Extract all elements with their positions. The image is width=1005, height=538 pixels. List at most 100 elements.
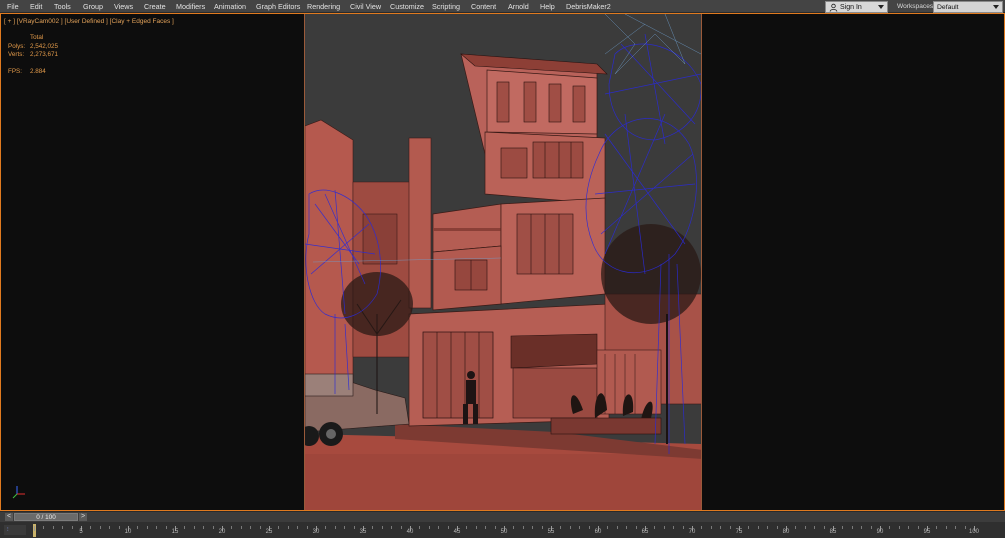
- timeline-tick: [767, 526, 769, 529]
- timeline-tick: [325, 526, 327, 529]
- timeline-tick: [588, 526, 590, 529]
- timeline-tick-label: 100: [968, 529, 980, 535]
- timeline-tick: [654, 526, 656, 529]
- track-bar-toggle-icon[interactable]: ⫶: [4, 525, 26, 535]
- timeline-tick: [964, 526, 966, 529]
- timeline-tick-label: 70: [688, 529, 696, 535]
- timeline-tick: [334, 526, 336, 529]
- timeline-tick: [52, 526, 54, 529]
- timeline-tick: [842, 526, 844, 529]
- menu-tools[interactable]: Tools: [54, 2, 71, 11]
- timeline-tick: [43, 526, 45, 529]
- timeline-tick: [870, 526, 872, 529]
- timeline-tick-label: 40: [406, 529, 414, 535]
- menu-edit[interactable]: Edit: [30, 2, 42, 11]
- menu-civil-view[interactable]: Civil View: [350, 2, 381, 11]
- timeline-tick-label: 5: [79, 529, 83, 535]
- timeline-tick: [720, 526, 722, 529]
- timeline-tick-label: 45: [453, 529, 461, 535]
- timeline-tick: [250, 526, 252, 529]
- timeline-tick-label: 55: [547, 529, 555, 535]
- timeline-tick: [494, 526, 496, 529]
- timeline-tick: [607, 526, 609, 529]
- menu-bar: File Edit Tools Group Views Create Modif…: [0, 0, 1005, 13]
- menu-animation[interactable]: Animation: [214, 2, 246, 11]
- workspace-value: Default: [937, 4, 959, 11]
- camera-viewport[interactable]: [ + ] [VRayCam002 ] [User Defined ] [Cla…: [0, 13, 1005, 511]
- menu-group[interactable]: Group: [83, 2, 103, 11]
- sign-in-label: Sign In: [840, 4, 862, 11]
- timeline-tick-label: 15: [171, 529, 179, 535]
- menu-debrismaker2[interactable]: DebrisMaker2: [566, 2, 611, 11]
- timeline-tick-label: 20: [218, 529, 226, 535]
- menu-rendering[interactable]: Rendering: [307, 2, 340, 11]
- sign-in-dropdown[interactable]: Sign In: [825, 1, 888, 13]
- verts-value: 2,273,671: [30, 51, 59, 59]
- timeline-tick: [306, 526, 308, 529]
- timeline-tick: [823, 526, 825, 529]
- menu-customize[interactable]: Customize: [390, 2, 424, 11]
- menu-help[interactable]: Help: [540, 2, 555, 11]
- menu-create[interactable]: Create: [144, 2, 166, 11]
- timeline-tick: [532, 526, 534, 529]
- workspaces-select[interactable]: Default: [933, 1, 1003, 13]
- timeline-tick: [908, 526, 910, 529]
- timeline-tick: [118, 526, 120, 529]
- timeline-tick: [748, 526, 750, 529]
- previous-frame-button[interactable]: <: [5, 513, 13, 521]
- timeline-tick: [757, 526, 759, 529]
- timeline-tick: [419, 526, 421, 529]
- menu-scripting[interactable]: Scripting: [432, 2, 460, 11]
- timeline-tick: [710, 526, 712, 529]
- timeline-tick: [579, 526, 581, 529]
- timeline-tick: [428, 526, 430, 529]
- timeline-tick: [485, 526, 487, 529]
- timeline-tick: [682, 526, 684, 529]
- timeline-tick-label: 95: [923, 529, 931, 535]
- timeline-tick: [447, 526, 449, 529]
- polys-value: 2,542,025: [30, 42, 59, 50]
- next-frame-button[interactable]: >: [79, 513, 87, 521]
- timeline-tick-label: 60: [594, 529, 602, 535]
- timeline-tick: [372, 526, 374, 529]
- timeline-tick: [391, 526, 393, 529]
- menu-content[interactable]: Content: [471, 2, 496, 11]
- timeline-tick: [287, 526, 289, 529]
- timeline-tick: [569, 526, 571, 529]
- timeline-tick: [701, 526, 703, 529]
- timeline-tick: [513, 526, 515, 529]
- timeline-tick: [344, 526, 346, 529]
- timeline-tick: [616, 526, 618, 529]
- menu-file[interactable]: File: [7, 2, 19, 11]
- timeline-tick: [795, 526, 797, 529]
- menu-modifiers[interactable]: Modifiers: [176, 2, 205, 11]
- timeline-tick: [673, 526, 675, 529]
- track-bar[interactable]: ⫶ 5 10 15 20 25 30 35 40 45 50 55 60 65 70 75 80 85 90 95 1…: [0, 522, 1005, 538]
- timeline-tick-label: 75: [735, 529, 743, 535]
- verts-label: Verts:: [8, 51, 25, 59]
- menu-graph-editors[interactable]: Graph Editors: [256, 2, 300, 11]
- chevron-down-icon: [993, 5, 999, 9]
- timeline-tick: [203, 526, 205, 529]
- viewport-label[interactable]: [ + ] [VRayCam002 ] [User Defined ] [Cla…: [4, 18, 174, 26]
- time-slider-handle[interactable]: 0 / 100: [14, 513, 78, 521]
- timeline-tick: [466, 526, 468, 529]
- timeline-tick: [522, 526, 524, 529]
- menu-arnold[interactable]: Arnold: [508, 2, 529, 11]
- timeline-tick: [663, 526, 665, 529]
- timeline-tick: [165, 526, 167, 529]
- timeline-tick-label: 35: [359, 529, 367, 535]
- timeline-tick: [71, 526, 73, 529]
- timeline-tick: [278, 526, 280, 529]
- timeline-tick-label: 90: [876, 529, 884, 535]
- timeline-tick: [184, 526, 186, 529]
- timeline-tick: [146, 526, 148, 529]
- timeline-tick: [212, 526, 214, 529]
- menu-views[interactable]: Views: [114, 2, 133, 11]
- time-slider-bar: < 0 / 100 >: [0, 511, 1005, 522]
- timeline-tick: [861, 526, 863, 529]
- fps-label: FPS:: [8, 68, 22, 76]
- safe-frame-render[interactable]: [304, 14, 702, 510]
- timeline-tick: [353, 526, 355, 529]
- axis-gizmo-icon: [12, 486, 25, 499]
